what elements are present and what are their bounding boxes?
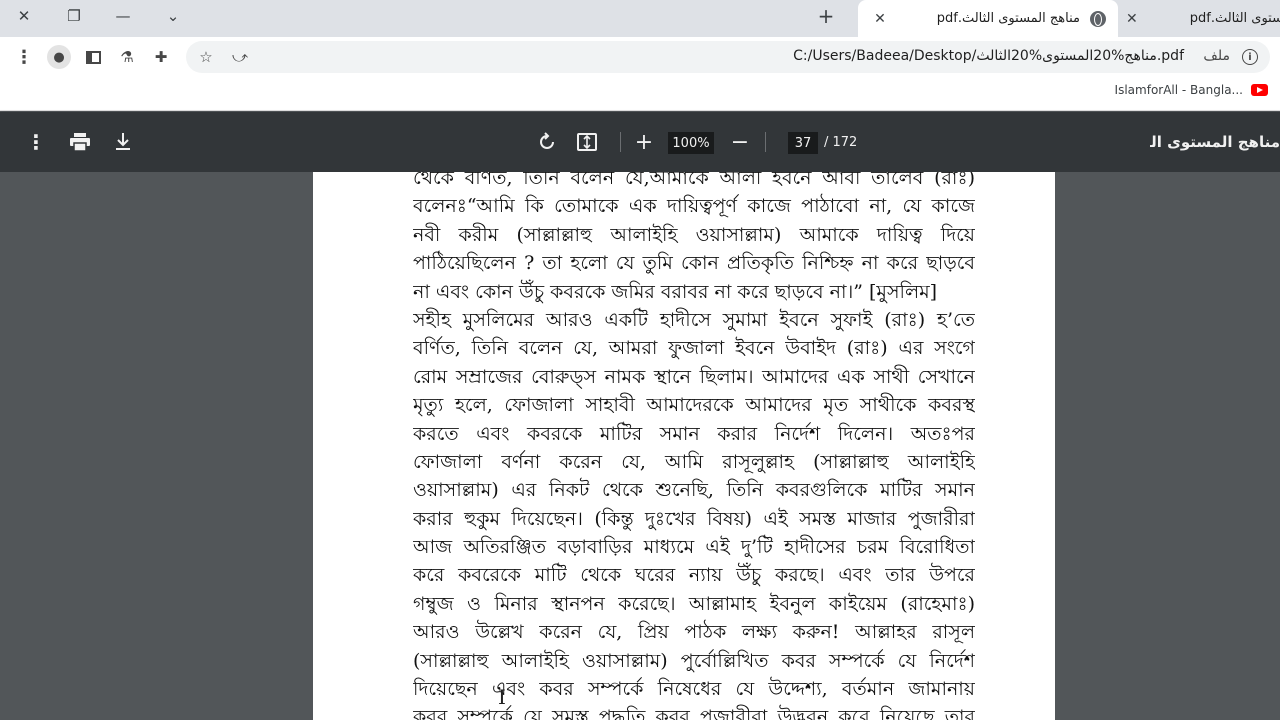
pdf-toolbar: ⋮ + 100% − 37 / 172 مناهج المستوى الثالث… (0, 112, 1280, 172)
rotate-icon[interactable] (533, 128, 561, 156)
bookmarks-bar: IslamforAll - Bangla... (0, 77, 1280, 111)
page-text-line: পাঠিয়েছিলেন ? তা হলো যে তুমি কোন প্রতিক… (413, 252, 975, 275)
text-cursor-icon: I (498, 685, 506, 709)
page-text-line: গম্বুজ ও মিনার স্থানপন করেছে। আল্লামাহ ই… (413, 592, 975, 615)
page-text-line: রোম সম্রাজের বোরুড্স নামক স্থানে ছিলাম। … (413, 365, 975, 388)
pdf-document-title: مناهج المستوى الثالث.pdf (1150, 133, 1280, 151)
new-tab-button[interactable]: + (802, 0, 850, 32)
zoom-input[interactable]: 100% (668, 132, 714, 154)
tab-search-button[interactable]: ⌄ (149, 0, 197, 32)
page-total: / 172 (824, 135, 858, 150)
tab-active[interactable]: ✕ مناهج المستوى الثالث.pdf (858, 0, 1118, 37)
tab-inactive[interactable]: ✕ المستوى الثالث.pdf (1122, 0, 1280, 37)
toolbar-divider (765, 132, 766, 152)
extensions-icon[interactable]: ✚ (147, 43, 175, 71)
page-text-line: করে কবরেকে মাটি থেকে ঘরের ন্যায় উঁচু কর… (413, 564, 975, 587)
download-icon[interactable] (109, 128, 137, 156)
page-text-line: থেকে বর্ণিত, তিনি বলেন যে,আমাকে আলী ইবনে… (413, 172, 975, 189)
globe-icon (1090, 10, 1106, 27)
pdf-viewer-area[interactable]: থেকে বর্ণিত, তিনি বলেন যে,আমাকে আলী ইবনে… (0, 172, 1280, 720)
page-text-line: ওয়াসাল্লাম) এর নিকট থেকে শুনেছি, তিনি ক… (413, 479, 975, 502)
page-text-line: আরও উল্লেখ করেন যে, প্রিয় পাঠক লক্ষ্য ক… (413, 621, 975, 644)
labs-flask-icon[interactable]: ⚗ (113, 43, 141, 71)
tab-title: المستوى الثالث.pdf (1189, 11, 1280, 26)
pdf-page: থেকে বর্ণিত, তিনি বলেন যে,আমাকে আলী ইবনে… (313, 172, 1055, 720)
restore-window-button[interactable]: ❐ (50, 0, 98, 32)
profile-icon[interactable]: ● (45, 43, 73, 71)
zoom-in-icon[interactable]: + (630, 128, 658, 156)
bookmark-star-icon[interactable]: ☆ (192, 43, 220, 71)
page-text: থেকে বর্ণিত, তিনি বলেন যে,আমাকে আলী ইবনে… (413, 172, 975, 720)
url-text[interactable]: C:/Users/Badeea/Desktop/مناهج%20المستوى%… (793, 48, 1184, 64)
page-text-line: না এবং কোন উঁচু কবরকে জমির বরাবর না করে … (413, 280, 938, 303)
print-icon[interactable] (66, 128, 94, 156)
minimize-window-button[interactable]: — (99, 0, 147, 32)
page-number-input[interactable]: 37 (788, 132, 818, 154)
page-text-line: মৃত্যু হলে, ফোজালা সাহাবী আমাদেরকে আমাদে… (413, 394, 975, 417)
share-icon[interactable]: ⤻ (226, 43, 254, 71)
browser-toolbar: ⋮ ● ⚗ ✚ ☆ ⤻ C:/Users/Badeea/Desktop/مناه… (0, 37, 1280, 77)
close-tab-icon[interactable]: ✕ (1126, 9, 1138, 29)
page-text-line: সহীহ মুসলিমের আরও একটি হাদীসে সুমামা ইবন… (413, 308, 975, 331)
more-menu-icon[interactable]: ⋮ (10, 43, 38, 71)
page-text-line: (সাল্লাল্লাহু আলাইহি ওয়াসাল্লাম) পুর্বো… (413, 649, 975, 672)
tab-title: مناهج المستوى الثالث.pdf (936, 11, 1080, 26)
page-text-line: করতে এবং কবরকে মাটির সমান করার নির্দেশ দ… (413, 422, 975, 445)
address-bar[interactable]: ☆ ⤻ C:/Users/Badeea/Desktop/مناهج%20المس… (186, 41, 1270, 73)
new-tab-label: + (817, 4, 835, 28)
page-text-line: বলেনঃ“আমি কি তোমাকে এক দায়িত্বপূর্ণ কাজ… (413, 195, 975, 218)
toolbar-divider (620, 132, 621, 152)
fit-page-icon[interactable] (573, 128, 601, 156)
info-icon[interactable]: i (1242, 49, 1258, 65)
bookmark-label: IslamforAll - Bangla... (1114, 83, 1243, 97)
page-text-line: নবী করীম (সাল্লাল্লাহু আলাইহি ওয়াসাল্লা… (413, 223, 975, 246)
site-info-label: ملف (1203, 48, 1230, 64)
page-text-line: ফোজালা বর্ণনা করেন যে, আমি রাসূলুল্লাহ (… (413, 450, 975, 473)
bookmark-item[interactable]: IslamforAll - Bangla... (1115, 83, 1268, 97)
page-text-line: করার হুকুম দিয়েছেন। (কিন্তু দুঃখের বিষয… (413, 507, 975, 530)
side-panel-icon[interactable] (79, 43, 107, 71)
pdf-more-actions-icon[interactable]: ⋮ (22, 128, 50, 156)
youtube-icon (1251, 84, 1268, 96)
page-text-line: বর্ণিত, তিনি বলেন যে, আমরা ফুজালা ইবনে উ… (413, 337, 975, 360)
close-window-button[interactable]: ✕ (0, 0, 48, 32)
page-text-line: আজ অতিরঞ্জিত বড়াবাড়ির মাধ্যমে এই দু’টি… (413, 536, 975, 559)
zoom-out-icon[interactable]: − (726, 128, 754, 156)
tab-strip: ✕ ❐ — ⌄ + ✕ مناهج المستوى الثالث.pdf ✕ ا… (0, 0, 1280, 37)
close-tab-icon[interactable]: ✕ (870, 9, 890, 29)
